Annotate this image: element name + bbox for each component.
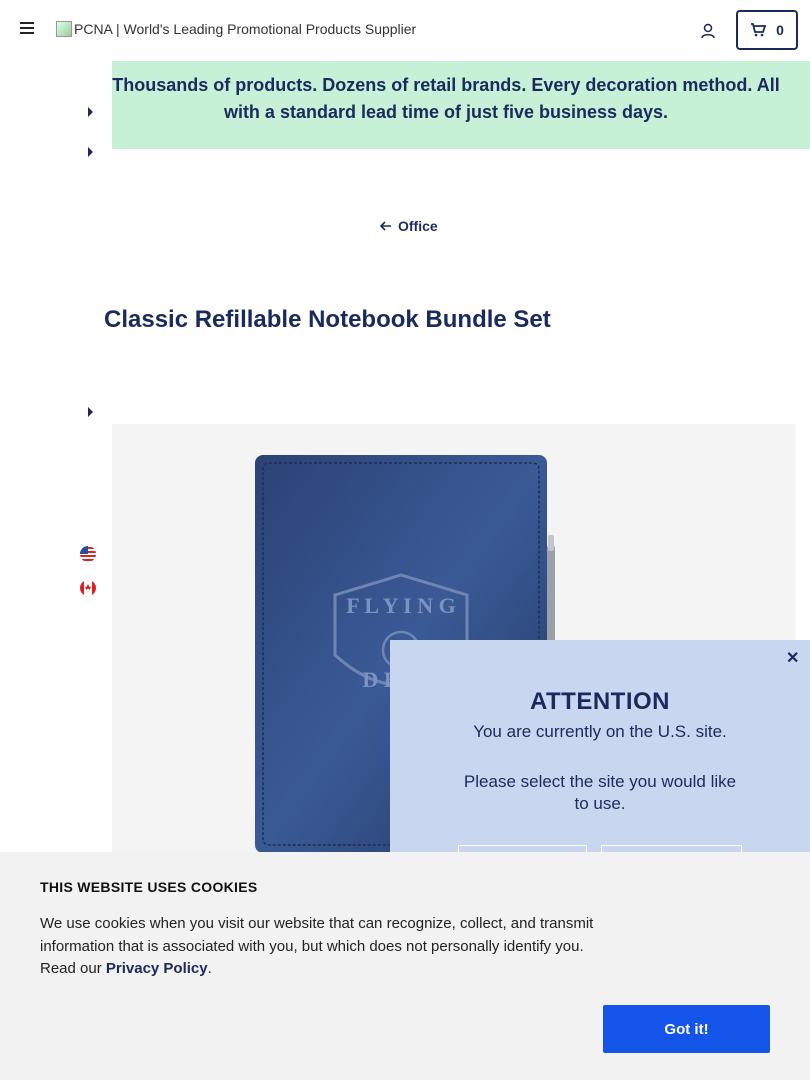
breadcrumb-label: Office: [398, 218, 438, 234]
site-header: PCNA | World's Leading Promotional Produ…: [0, 0, 810, 61]
cookie-period: .: [207, 960, 212, 977]
logo-alt-text: PCNA | World's Leading Promotional Produ…: [74, 21, 417, 37]
accept-cookies-button[interactable]: Got it!: [603, 1005, 770, 1053]
product-title: Classic Refillable Notebook Bundle Set: [104, 306, 551, 333]
cart-icon: [751, 23, 767, 37]
canada-flag-icon[interactable]: [80, 580, 96, 596]
svg-text:F L Y I N G: F L Y I N G: [346, 593, 455, 618]
account-icon[interactable]: [699, 22, 717, 40]
cart-count: 0: [776, 22, 784, 38]
broken-image-icon: [56, 21, 72, 37]
dialog-message: You are currently on the U.S. site.: [473, 722, 727, 741]
promo-banner-text: Thousands of products. Dozens of retail …: [112, 75, 780, 122]
dialog-prompt: Please select the site you would like to…: [463, 772, 737, 813]
us-flag-icon[interactable]: [80, 546, 96, 562]
privacy-policy-link[interactable]: Privacy Policy: [106, 960, 208, 977]
close-icon[interactable]: ✕: [786, 648, 799, 668]
site-logo[interactable]: PCNA | World's Leading Promotional Produ…: [56, 21, 416, 37]
dialog-title: ATTENTION: [529, 688, 671, 715]
caret-right-icon[interactable]: [88, 107, 93, 117]
breadcrumb-back-link[interactable]: Office: [380, 218, 438, 234]
cookie-banner-text: We use cookies when you visit our websit…: [40, 913, 600, 981]
caret-right-icon[interactable]: [88, 147, 93, 157]
cookie-banner-title: THIS WEBSITE USES COOKIES: [40, 879, 258, 895]
hamburger-menu-icon[interactable]: [20, 22, 36, 38]
cart-button[interactable]: 0: [736, 10, 798, 50]
arrow-left-icon: [380, 221, 391, 231]
caret-right-icon[interactable]: [88, 407, 93, 417]
